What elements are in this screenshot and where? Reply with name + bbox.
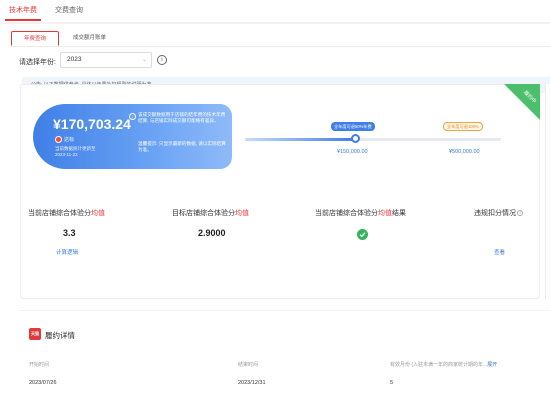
calc-logic-link[interactable]: 计算逻辑: [56, 248, 78, 256]
top-tab-bar: 技术年费 交费查询: [0, 0, 550, 22]
active-tab-indicator: [5, 19, 41, 21]
fee-summary-card: 履约中 ¥170,703.24 达标 当前数据统计更新至 2023-11-22 …: [20, 84, 540, 299]
threshold-150k: ¥150,000.00: [337, 149, 368, 155]
end-time-value: 2023/12/31: [238, 380, 266, 386]
question-icon[interactable]: ?: [517, 210, 523, 217]
year-label: 请选择年份:: [19, 59, 56, 66]
clock-icon: !: [129, 113, 136, 120]
details-title: 履约详情: [45, 331, 75, 340]
turnover-amount: ¥170,703.24: [53, 116, 131, 132]
subtab-monthly-bill[interactable]: 成交额月账单: [61, 31, 118, 46]
tip-text-2: 温馨提示: 只显示最新的数据, 请以实际结算为准。: [138, 141, 226, 152]
year-select[interactable]: 2023 ⌄: [60, 52, 152, 68]
check-icon: [357, 229, 368, 240]
metric-value-current-avg: 3.3: [63, 228, 76, 238]
metric-title-result: 当前店铺综合体验分均值结果: [315, 210, 406, 217]
subtab-annual-fee-query[interactable]: 年费查询: [11, 31, 60, 46]
amount-card: ¥170,703.24 达标 当前数据统计更新至 2023-11-22 ! 该成…: [33, 104, 232, 169]
start-time-value: 2023/07/26: [29, 380, 57, 386]
tip-text: 该成交额数据用于店铺的结年费的技术年费结算, 与店铺实际成交额可能略有差异。: [138, 112, 226, 123]
progress-track: [245, 138, 501, 141]
sub-tab-bar: 年费查询 成交额月账单: [11, 31, 550, 47]
view-violation-link[interactable]: 查看: [494, 248, 505, 256]
current-tier-bubble: 全年度可退50%年费: [331, 122, 375, 131]
update-date: 2023-11-22: [55, 152, 78, 157]
start-time-header: 开始时间: [29, 362, 50, 368]
next-card-edge: [545, 84, 550, 299]
status-icon: [55, 136, 62, 143]
progress-fill: [245, 138, 355, 141]
info-icon[interactable]: i: [157, 55, 167, 65]
target-tier-bubble: 全年度可退100%: [443, 122, 483, 131]
metric-title-target-avg: 目标店铺综合体验分均值: [172, 210, 249, 217]
year-select-value: 2023: [67, 56, 82, 63]
expand-link[interactable]: 展开: [487, 362, 497, 368]
metric-title-current-avg: 当前店铺综合体验分均值: [28, 210, 105, 217]
progress-knob: [351, 134, 360, 143]
metric-value-target-avg: 2.9000: [198, 228, 226, 238]
status-text: 达标: [64, 137, 75, 143]
status-ribbon: 履约中: [504, 84, 540, 120]
fulfillment-details: 天猫 履约详情 开始时间 2023/07/26 结束时间 2023/12/31 …: [20, 310, 550, 392]
metric-title-violation: 违规扣分情况?: [474, 210, 523, 217]
tab-fee-query[interactable]: 交费查询: [55, 5, 83, 15]
chevron-down-icon: ⌄: [141, 57, 147, 63]
threshold-500k: ¥500,000.00: [449, 149, 480, 155]
tab-tech-annual-fee[interactable]: 技术年费: [9, 5, 37, 15]
end-time-header: 结束时间: [238, 362, 259, 368]
valid-months-header: 有效月份 (入驻未满一年的商家统计期的年...展开: [390, 362, 498, 368]
tmall-logo-icon: 天猫: [29, 328, 41, 340]
update-info: 当前数据统计更新至 2023-11-22: [55, 146, 96, 158]
valid-months-value: 5: [390, 380, 394, 386]
